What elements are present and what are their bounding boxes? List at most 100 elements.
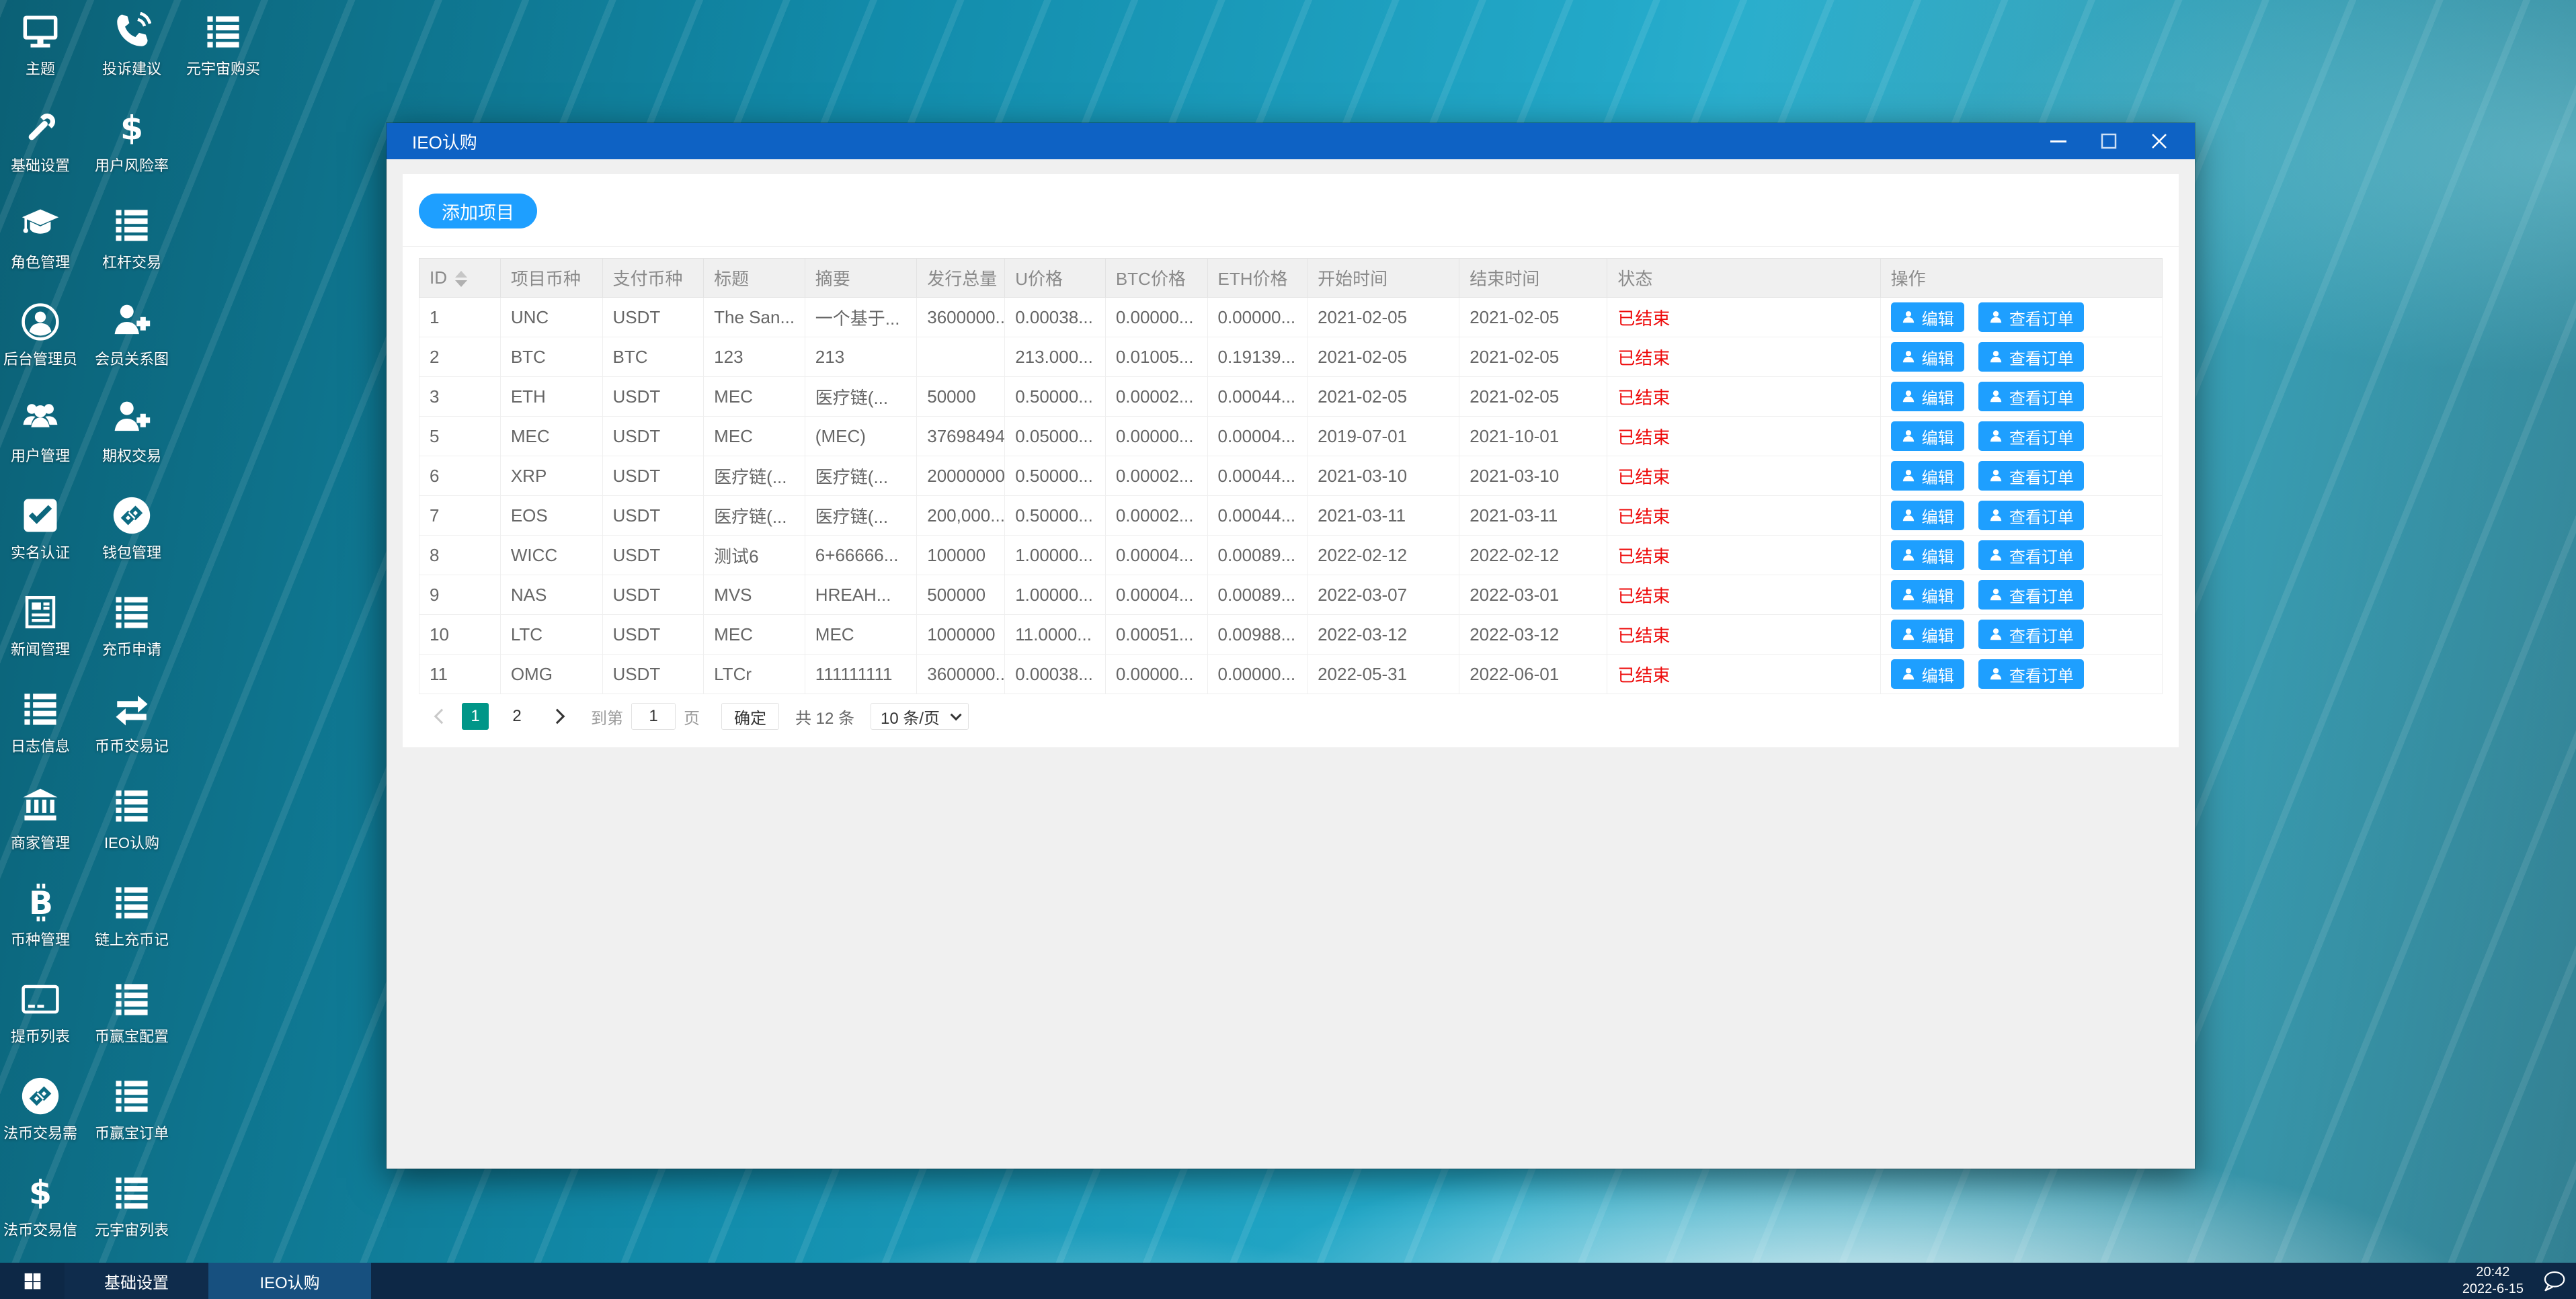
- next-page-icon[interactable]: [549, 708, 565, 724]
- cell-uprice: 213.000...: [1004, 337, 1106, 377]
- edit-button[interactable]: 编辑: [1890, 421, 1964, 451]
- desktop-shortcut[interactable]: IEO认购: [86, 778, 177, 875]
- cell-uprice: 11.0000...: [1004, 614, 1106, 655]
- prev-page-icon[interactable]: [434, 708, 450, 724]
- desktop-shortcut[interactable]: 日志信息: [0, 681, 86, 778]
- desktop-shortcut[interactable]: 币赢宝订单: [86, 1068, 177, 1165]
- edit-button[interactable]: 编辑: [1890, 342, 1964, 372]
- view-orders-button[interactable]: 查看订单: [1978, 421, 2084, 451]
- list-icon: [204, 12, 243, 51]
- edit-button[interactable]: 编辑: [1890, 382, 1964, 411]
- desktop-shortcut[interactable]: 币赢宝配置: [86, 972, 177, 1068]
- desktop-shortcut[interactable]: $ 用户风险率: [86, 101, 177, 198]
- desktop-shortcut[interactable]: 链上充币记: [86, 875, 177, 972]
- col-header-title: 标题: [703, 258, 805, 298]
- desktop-shortcut[interactable]: 角色管理: [0, 198, 86, 294]
- edit-button[interactable]: 编辑: [1890, 461, 1964, 491]
- user-icon: [1988, 667, 2003, 681]
- desktop-shortcut[interactable]: 后台管理员: [0, 294, 86, 391]
- add-project-button[interactable]: 添加项目: [419, 194, 537, 228]
- view-orders-button[interactable]: 查看订单: [1978, 461, 2084, 491]
- cell-project: LTC: [499, 614, 603, 655]
- user-icon: [1901, 429, 1916, 444]
- shortcut-label: 商家管理: [10, 835, 70, 851]
- cell-start: 2022-02-12: [1307, 535, 1460, 575]
- user-icon: [1988, 310, 2003, 325]
- status-badge: 已结束: [1617, 546, 1671, 567]
- view-orders-button[interactable]: 查看订单: [1978, 302, 2084, 332]
- desktop-shortcut[interactable]: 用户管理: [0, 391, 86, 488]
- page-number[interactable]: 2: [504, 703, 530, 730]
- view-orders-button[interactable]: 查看订单: [1978, 540, 2084, 570]
- cell-actions: 编辑 查看订单: [1880, 297, 2163, 337]
- desktop-shortcut[interactable]: B 币种管理: [0, 875, 86, 972]
- desktop-shortcut[interactable]: 币币交易记: [86, 681, 177, 778]
- edit-button[interactable]: 编辑: [1890, 302, 1964, 332]
- table-row: 7 EOS USDT 医疗链(... 医疗链(... 200,000.... 0…: [419, 495, 2163, 536]
- goto-page-input[interactable]: [631, 703, 676, 730]
- minimize-icon[interactable]: [2048, 131, 2068, 151]
- view-orders-button[interactable]: 查看订单: [1978, 342, 2084, 372]
- cell-status: 已结束: [1607, 575, 1881, 615]
- desktop-shortcut[interactable]: 实名认证: [0, 488, 86, 585]
- edit-button[interactable]: 编辑: [1890, 540, 1964, 570]
- view-orders-button[interactable]: 查看订单: [1978, 580, 2084, 610]
- desktop-shortcut[interactable]: 杠杆交易: [86, 198, 177, 294]
- graduation-cap-icon: [21, 206, 60, 245]
- clock-time: 20:42: [2476, 1265, 2510, 1280]
- cell-actions: 编辑 查看订单: [1880, 535, 2163, 575]
- maximize-icon[interactable]: [2099, 131, 2119, 151]
- col-header-uprice: U价格: [1004, 258, 1106, 298]
- cell-ethprice: 0.00089...: [1207, 575, 1308, 615]
- desktop-shortcut[interactable]: 提币列表: [0, 972, 86, 1068]
- desktop-shortcut[interactable]: 元宇宙购买: [177, 4, 269, 101]
- cell-title: MEC: [703, 376, 805, 417]
- desktop-shortcut[interactable]: 主题: [0, 4, 86, 101]
- taskbar-item[interactable]: IEO认购: [208, 1263, 371, 1299]
- cell-uprice: 0.00038...: [1004, 297, 1106, 337]
- desktop-shortcut[interactable]: 投诉建议: [86, 4, 177, 101]
- user-plus-icon: [112, 302, 151, 341]
- cell-total: 3600000...: [916, 654, 1006, 694]
- shortcut-label: 法币交易信: [3, 1222, 77, 1239]
- col-header-start: 开始时间: [1307, 258, 1460, 298]
- col-header-id[interactable]: ID: [419, 258, 501, 298]
- edit-button[interactable]: 编辑: [1890, 620, 1964, 649]
- per-page-select[interactable]: 10 条/页: [871, 703, 969, 730]
- cell-actions: 编辑 查看订单: [1880, 456, 2163, 496]
- view-orders-button[interactable]: 查看订单: [1978, 501, 2084, 530]
- start-button[interactable]: [0, 1263, 65, 1299]
- edit-button[interactable]: 编辑: [1890, 580, 1964, 610]
- shortcut-label: 新闻管理: [10, 641, 70, 658]
- cell-id: 9: [419, 575, 501, 615]
- cell-ethprice: 0.19139...: [1207, 337, 1308, 377]
- shortcut-label: 杠杆交易: [102, 254, 161, 271]
- desktop-shortcut[interactable]: 基础设置: [0, 101, 86, 198]
- view-orders-button[interactable]: 查看订单: [1978, 382, 2084, 411]
- desktop-shortcut[interactable]: 法币交易需: [0, 1068, 86, 1165]
- desktop-shortcut[interactable]: 钱包管理: [86, 488, 177, 585]
- taskbar-item[interactable]: 基础设置: [65, 1263, 208, 1299]
- cell-total: 20000000: [916, 456, 1006, 496]
- edit-button[interactable]: 编辑: [1890, 659, 1964, 689]
- edit-button[interactable]: 编辑: [1890, 501, 1964, 530]
- taskbar-clock: 20:42 2022-6-15: [2462, 1264, 2524, 1298]
- view-orders-button[interactable]: 查看订单: [1978, 659, 2084, 689]
- view-orders-button[interactable]: 查看订单: [1978, 620, 2084, 649]
- desktop-shortcut[interactable]: 会员关系图: [86, 294, 177, 391]
- confirm-button[interactable]: 确定: [721, 703, 779, 730]
- status-badge: 已结束: [1617, 506, 1671, 527]
- close-icon[interactable]: [2149, 131, 2169, 151]
- sort-icon[interactable]: [455, 271, 467, 288]
- monitor-icon: [21, 12, 60, 51]
- table-row: 10 LTC USDT MEC MEC 1000000 11.0000... 0…: [419, 614, 2163, 655]
- desktop-shortcut[interactable]: 元宇宙列表: [86, 1165, 177, 1262]
- goto-label: 到第: [591, 709, 623, 728]
- page-number[interactable]: 1: [462, 703, 489, 730]
- desktop-shortcut[interactable]: 商家管理: [0, 778, 86, 875]
- desktop-shortcut[interactable]: 新闻管理: [0, 585, 86, 681]
- desktop-shortcut[interactable]: 充币申请: [86, 585, 177, 681]
- notification-bubble-icon[interactable]: [2541, 1269, 2567, 1292]
- desktop-shortcut[interactable]: 期权交易: [86, 391, 177, 488]
- desktop-shortcut[interactable]: $ 法币交易信: [0, 1165, 86, 1262]
